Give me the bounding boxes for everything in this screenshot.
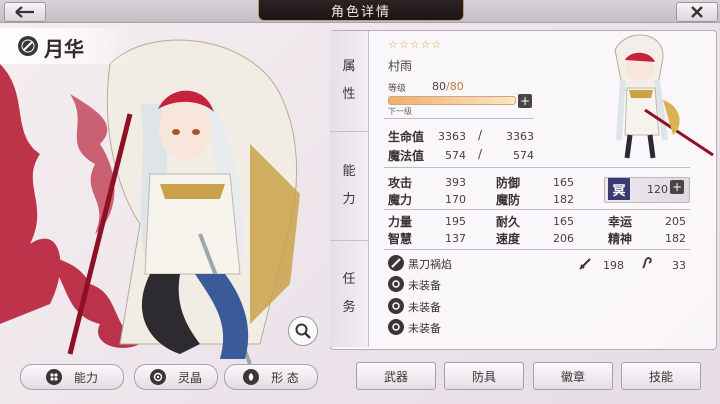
end-label: 耐久 [496, 215, 521, 229]
prayer-glyph: 冥 [608, 178, 630, 200]
prayer-plus-button[interactable]: + [670, 180, 684, 194]
str-value: 195 [445, 215, 466, 228]
str-label: 力量 [388, 215, 413, 229]
star-rating: ☆☆☆☆☆ [388, 38, 443, 51]
gear-slot-icon [388, 298, 404, 314]
hp-slash: / [478, 128, 483, 142]
form-button[interactable]: 形 态 [224, 364, 318, 390]
character-chibi-sprite [614, 34, 714, 159]
tab-task[interactable]: 任 务 [330, 241, 369, 347]
spirit-value: 182 [665, 232, 686, 245]
atk-value: 393 [445, 176, 466, 189]
hp-current: 3363 [438, 130, 466, 143]
end-value: 165 [553, 215, 574, 228]
mp-max: 574 [513, 149, 534, 162]
plus-icon: + [519, 94, 531, 108]
equip-slot-2[interactable]: 未装备 [408, 299, 441, 315]
tab-skill[interactable]: 技能 [621, 362, 701, 390]
level-plus-button[interactable]: + [518, 94, 532, 108]
tab-ability[interactable]: 能 力 [330, 132, 369, 241]
divider [384, 209, 690, 210]
gear-slot-icon [388, 276, 404, 292]
sword-icon [388, 255, 404, 271]
equip-slot-1[interactable]: 未装备 [408, 277, 441, 293]
mp-current: 574 [445, 149, 466, 162]
magnify-icon [295, 323, 311, 339]
atk-label: 攻击 [388, 176, 413, 190]
mag-label: 魔力 [388, 193, 413, 207]
level-value: 80/80 [432, 80, 464, 93]
mp-slash: / [478, 147, 483, 161]
crystal-icon [149, 369, 166, 385]
weapon-hit-value: 33 [672, 259, 686, 272]
spirit-label: 精神 [608, 232, 633, 246]
zoom-art-button[interactable] [288, 316, 318, 346]
weapon-atk-value: 198 [603, 259, 624, 272]
close-icon [691, 6, 703, 18]
level-label: 等级 [388, 84, 407, 94]
spd-label: 速度 [496, 232, 521, 246]
luck-label: 幸运 [608, 215, 633, 229]
level-progress-bar [388, 96, 516, 105]
character-artwork [0, 39, 300, 364]
divider [384, 118, 534, 119]
back-button[interactable] [4, 2, 46, 22]
divider [384, 167, 690, 168]
equip-slot-3[interactable]: 未装备 [408, 320, 441, 336]
mdef-value: 182 [553, 193, 574, 206]
tab-weapon[interactable]: 武器 [356, 362, 436, 390]
tab-attribute[interactable]: 属 性 [330, 31, 369, 132]
hp-label: 生命值 [388, 130, 425, 144]
gear-slot-icon [388, 319, 404, 335]
equipped-weapon-name[interactable]: 黑刀祸焰 [408, 256, 452, 272]
mag-value: 170 [445, 193, 466, 206]
form-icon [243, 369, 260, 385]
def-value: 165 [553, 176, 574, 189]
prayer-value: 120 [647, 183, 668, 196]
mdef-label: 魔防 [496, 193, 521, 207]
divider [384, 249, 690, 250]
tab-badge[interactable]: 徽章 [533, 362, 613, 390]
next-level-label: 下一级 [388, 107, 412, 116]
ability-icon [45, 369, 62, 385]
sword-emblem-icon [18, 36, 38, 56]
int-value: 137 [445, 232, 466, 245]
back-arrow-icon [15, 6, 34, 18]
plus-icon: + [671, 180, 683, 194]
int-label: 智慧 [388, 232, 413, 246]
page-title: 角色详情 [258, 0, 464, 21]
hp-max: 3363 [506, 130, 534, 143]
spd-value: 206 [553, 232, 574, 245]
close-button[interactable] [676, 2, 718, 22]
character-name: 月华 [44, 37, 84, 61]
ability-button[interactable]: 能力 [20, 364, 124, 390]
def-label: 防御 [496, 176, 521, 190]
crystal-button[interactable]: 灵晶 [134, 364, 218, 390]
tab-armor[interactable]: 防具 [444, 362, 524, 390]
mp-label: 魔法值 [388, 149, 425, 163]
weapon-type: 村雨 [388, 59, 413, 73]
luck-value: 205 [665, 215, 686, 228]
